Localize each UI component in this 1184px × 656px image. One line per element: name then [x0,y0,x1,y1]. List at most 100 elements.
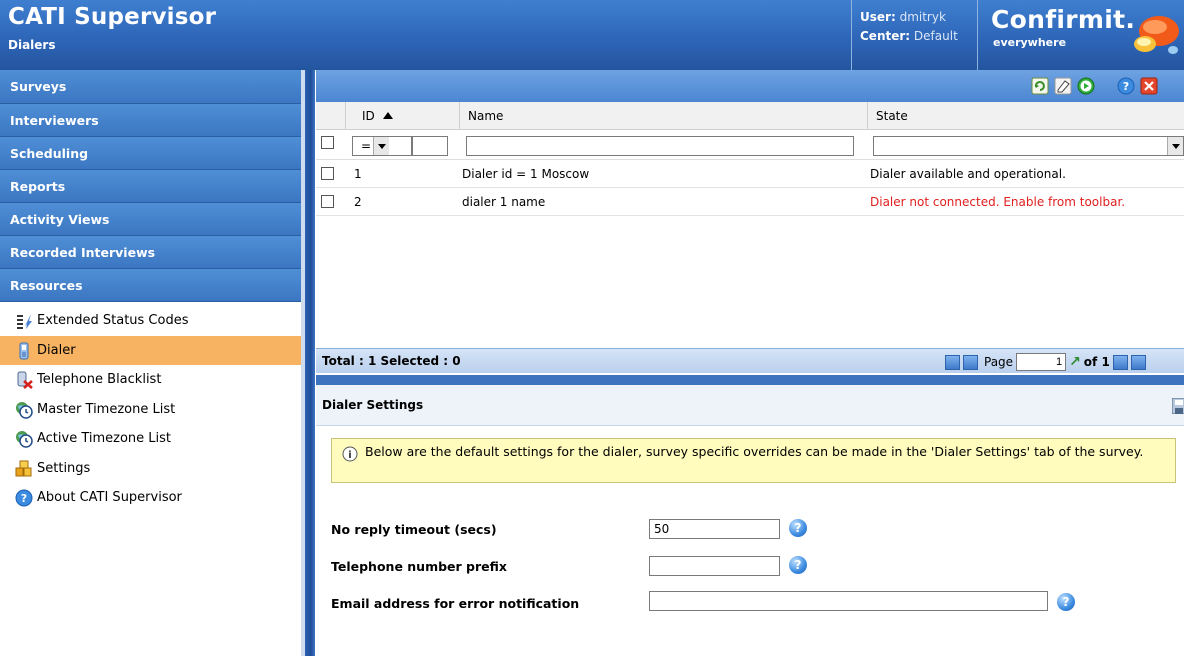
sidebar-item-label: Settings [37,460,91,476]
telephone-prefix-input[interactable] [649,556,780,576]
nav-interviewers[interactable]: Interviewers [0,104,301,137]
select-all-checkbox[interactable] [321,136,334,149]
app-header: CATI Supervisor Dialers User: dmitryk Ce… [0,0,1184,70]
user-value: dmitryk [899,10,946,24]
next-page-icon[interactable] [1112,354,1128,370]
table-row[interactable]: 1 Dialer id = 1 Moscow Dialer available … [316,161,1184,188]
brand-logo-text: Confirmit. [991,5,1136,34]
brand-tagline: everywhere [993,36,1067,49]
selection-summary: Total : 1 Selected : 0 [322,354,461,368]
cell-id: 1 [354,167,362,181]
info-icon: i [342,446,358,462]
nav-recorded-interviews[interactable]: Recorded Interviews [0,236,301,269]
page-label: Page [984,355,1014,369]
row-checkbox[interactable] [321,195,334,208]
last-page-icon[interactable] [1130,354,1146,370]
help-icon: ? [15,489,33,507]
timezone-icon [16,431,33,448]
no-reply-timeout-input[interactable] [649,519,780,539]
brand-bubble-icon [1134,16,1179,54]
center-value: Default [913,29,958,43]
refresh-icon[interactable] [1031,77,1049,95]
chevron-down-icon [1167,137,1183,155]
nav-surveys[interactable]: Surveys [0,70,301,104]
sidebar-item-label: About CATI Supervisor [37,490,182,506]
close-icon[interactable] [1140,77,1158,95]
help-icon[interactable]: ? [789,556,807,574]
sidebar-item-dialer[interactable]: Dialer [0,335,301,365]
svg-text:?: ? [21,492,27,505]
column-header-id[interactable]: ID [346,102,460,130]
sidebar-item-settings[interactable]: Settings [0,454,301,484]
sidebar-item-telephone-blacklist[interactable]: Telephone Blacklist [0,365,301,395]
grid-header: ID Name State [316,102,1184,130]
app-title: CATI Supervisor [8,4,217,30]
grid-toolbar: ? [316,70,1184,102]
go-page-icon[interactable]: ↗ [1069,354,1081,370]
sidebar-item-label: Dialer [37,342,76,358]
chevron-down-icon [373,137,389,155]
cell-state-error: Dialer not connected. Enable from toolba… [870,195,1126,209]
column-header-state[interactable]: State [868,102,1184,130]
sidebar-item-label: Telephone Blacklist [37,372,162,388]
sidebar-item-label: Master Timezone List [37,401,176,417]
svg-text:?: ? [1123,80,1129,93]
user-info: User: dmitryk Center: Default [851,0,978,70]
timezone-icon [16,401,33,419]
column-header-label: ID [362,109,375,123]
select-column-header [316,102,346,130]
help-icon[interactable]: ? [789,519,807,537]
save-icon[interactable] [1172,398,1184,414]
cell-id: 2 [354,195,362,209]
sidebar-item-master-timezone-list[interactable]: Master Timezone List [0,395,301,425]
filter-row: = [316,130,1184,160]
status-codes-icon [17,314,32,329]
id-filter-input[interactable] [412,136,448,156]
help-icon[interactable]: ? [1057,593,1075,611]
nav-activity-views[interactable]: Activity Views [0,203,301,236]
sort-ascending-icon [382,112,393,119]
resources-list: Extended Status Codes Dialer Telephone B… [0,302,301,513]
state-filter-select[interactable] [873,136,1184,156]
email-notification-label: Email address for error notification [331,596,580,611]
page-number-input[interactable] [1016,353,1067,371]
cell-name: dialer 1 name [462,195,546,209]
column-header-name[interactable]: Name [460,102,868,130]
eraser-icon[interactable] [1054,77,1072,95]
id-operator-select[interactable]: = [352,136,412,156]
user-label: User: [860,10,896,24]
sidebar-item-label: Active Timezone List [37,431,172,447]
settings-header: Dialer Settings [316,385,1184,426]
previous-page-icon[interactable] [963,354,978,370]
cell-state: Dialer available and operational. [870,167,1066,181]
row-checkbox[interactable] [321,167,334,180]
column-header-label: Name [468,109,504,123]
sidebar: Surveys Interviewers Scheduling Reports … [0,70,301,656]
info-message: i Below are the default settings for the… [331,438,1176,483]
table-row[interactable]: 2 dialer 1 name Dialer not connected. En… [316,189,1184,216]
no-reply-timeout-label: No reply timeout (secs) [331,522,497,537]
phone-icon [19,342,29,359]
play-icon[interactable] [1077,77,1095,95]
email-notification-input[interactable] [649,591,1048,611]
pager: Page ↗ of 1 [945,353,1146,371]
settings-icon [15,460,32,476]
grid-footer: Total : 1 Selected : 0 Page ↗ of 1 [316,348,1184,373]
nav-resources[interactable]: Resources [0,269,301,302]
panel-splitter[interactable] [301,70,315,656]
page-count-label: of 1 [1083,355,1110,369]
settings-title: Dialer Settings [322,398,424,412]
sidebar-item-about[interactable]: ? About CATI Supervisor [0,483,301,513]
svg-text:i: i [348,450,351,461]
info-text: Below are the default settings for the d… [365,444,1144,459]
cell-name: Dialer id = 1 Moscow [462,167,590,181]
first-page-icon[interactable] [945,354,960,370]
sidebar-item-label: Extended Status Codes [37,313,189,329]
sidebar-item-extended-status-codes[interactable]: Extended Status Codes [0,306,301,336]
name-filter-input[interactable] [466,136,854,156]
nav-reports[interactable]: Reports [0,170,301,203]
sidebar-item-active-timezone-list[interactable]: Active Timezone List [0,424,301,454]
telephone-prefix-label: Telephone number prefix [331,559,507,574]
nav-scheduling[interactable]: Scheduling [0,137,301,170]
help-icon[interactable]: ? [1117,77,1135,95]
